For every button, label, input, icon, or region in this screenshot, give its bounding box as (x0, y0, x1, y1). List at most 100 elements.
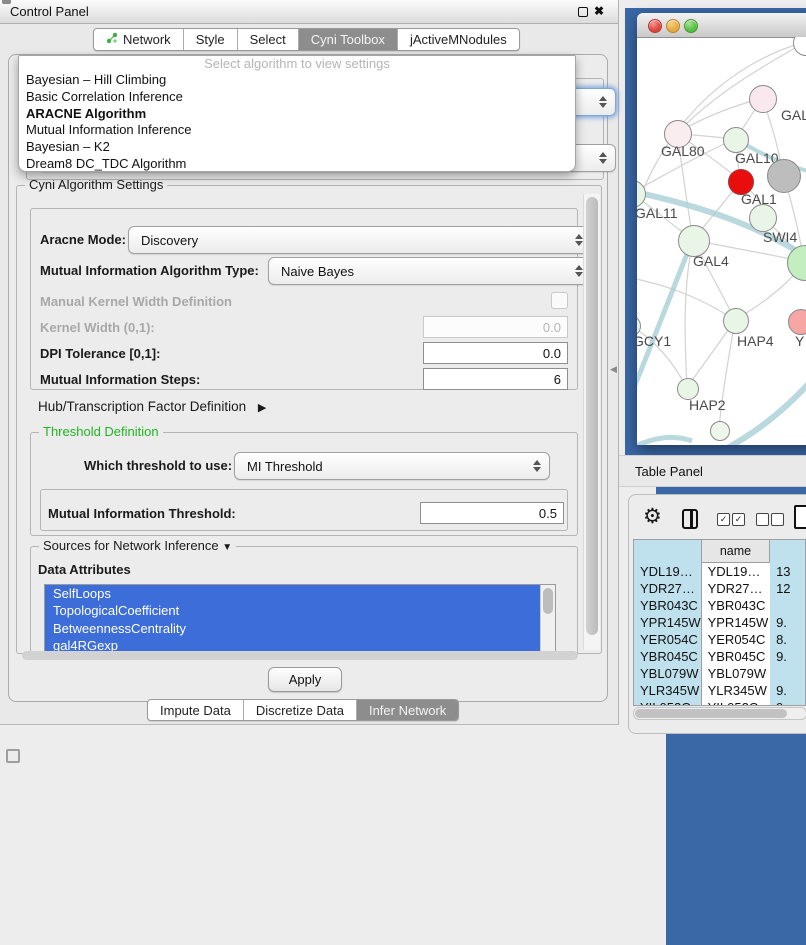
collapsed-panel-icon[interactable] (6, 749, 20, 763)
mi-algorithm-type-label: Mutual Information Algorithm Type: (40, 263, 259, 278)
spinner-arrows-icon (575, 234, 583, 246)
zoom-traffic-light-icon[interactable] (684, 19, 698, 33)
dpi-tolerance-input[interactable] (423, 342, 568, 364)
table-row[interactable]: YBL079WYBL079W (634, 665, 806, 682)
table-row[interactable]: YPR145WYPR145W9. (634, 614, 806, 631)
table-panel: ⚙ ✓ ✓ shared… name A YDL19…YDL19…13 YDR2… (628, 494, 806, 734)
table-hscrollbar-thumb[interactable] (635, 709, 787, 718)
which-threshold-combobox[interactable]: MI Threshold (234, 452, 550, 480)
tab-discretize-data[interactable]: Discretize Data (244, 700, 357, 720)
hub-definition-toggle[interactable]: Hub/Transcription Factor Definition ▶ (38, 399, 266, 414)
gear-icon[interactable]: ⚙ (643, 504, 662, 529)
mi-algorithm-type-combobox[interactable]: Naive Bayes (268, 257, 592, 285)
node-label: HAP4 (737, 333, 774, 349)
network-node[interactable] (710, 421, 730, 441)
table-row[interactable]: YDR27…YDR27…12 (634, 580, 806, 597)
network-canvas[interactable]: GAL GAL80 GAL10 GAL1 GAL11 SWI4 GAL4 GCY… (637, 37, 806, 445)
network-window-titlebar[interactable] (637, 13, 806, 38)
network-icon (106, 32, 118, 47)
table-header-row: shared… name A (634, 540, 806, 563)
close-icon[interactable]: ✖ (594, 4, 604, 18)
minimize-traffic-light-icon[interactable] (666, 19, 680, 33)
column-header-name[interactable]: name (702, 540, 771, 562)
spinner-arrows-icon (533, 460, 541, 472)
network-node[interactable] (749, 204, 777, 232)
network-node[interactable] (749, 85, 777, 113)
tab-style[interactable]: Style (184, 29, 238, 50)
popup-placeholder: Select algorithm to view settings (19, 56, 575, 72)
float-window-icon[interactable] (578, 7, 588, 17)
kernel-width-input[interactable] (423, 316, 568, 338)
popup-item-basic-correlation[interactable]: Basic Correlation Inference (19, 89, 575, 106)
list-scrollbar[interactable] (540, 585, 555, 653)
tab-network-label: Network (123, 32, 171, 47)
spinner-arrows-icon (575, 265, 583, 277)
select-all-check-icon[interactable]: ✓ (732, 513, 745, 526)
control-panel-titlebar: Control Panel ✖ (0, 0, 618, 24)
list-item[interactable]: TopologicalCoefficient (45, 602, 542, 619)
network-node[interactable] (767, 159, 801, 193)
spinner-arrows-icon (599, 96, 607, 108)
popup-item-dream8[interactable]: Dream8 DC_TDC Algorithm (19, 156, 575, 172)
tab-cyni-toolbox[interactable]: Cyni Toolbox (299, 29, 398, 50)
deselect-all-icon[interactable] (756, 513, 769, 526)
settings-hscrollbar[interactable] (22, 651, 578, 660)
threshold-definition-title: Threshold Definition (39, 424, 163, 439)
split-columns-icon[interactable] (682, 509, 698, 529)
table-row[interactable]: YDL19…YDL19…13 (634, 563, 806, 580)
table-row[interactable]: YLR345WYLR345W9. (634, 682, 806, 699)
settings-scrollbar-thumb[interactable] (586, 197, 598, 635)
manual-kernel-width-checkbox[interactable] (551, 292, 568, 309)
dpi-tolerance-label: DPI Tolerance [0,1]: (40, 346, 160, 361)
panel-title: Control Panel (10, 4, 89, 19)
node-label: GAL11 (637, 205, 678, 221)
list-item[interactable]: BetweennessCentrality (45, 620, 542, 637)
mi-steps-label: Mutual Information Steps: (40, 372, 200, 387)
popup-item-aracne[interactable]: ARACNE Algorithm (19, 106, 575, 123)
collapse-right-icon: ▶ (258, 402, 266, 414)
mi-steps-input[interactable] (423, 368, 568, 390)
control-panel: Control Panel ✖ Network Style Select Cyn… (0, 0, 619, 725)
table-row[interactable]: YBR045CYBR045C9. (634, 648, 806, 665)
apply-button[interactable]: Apply (268, 667, 342, 692)
node-label: GCY1 (637, 333, 671, 349)
spinner-arrows-icon (599, 152, 607, 164)
tab-impute-data[interactable]: Impute Data (148, 700, 244, 720)
tab-select[interactable]: Select (238, 29, 299, 50)
which-threshold-label: Which threshold to use: (84, 458, 232, 473)
mi-threshold-input[interactable] (420, 502, 564, 524)
popup-item-bayesian-hill[interactable]: Bayesian – Hill Climbing (19, 72, 575, 89)
node-label: GAL80 (661, 143, 705, 159)
node-label: GAL (781, 107, 806, 123)
data-attributes-list: SelfLoops TopologicalCoefficient Between… (44, 584, 556, 654)
aracne-mode-label: Aracne Mode: (40, 232, 126, 247)
deselect-all-icon[interactable] (771, 513, 784, 526)
table-row[interactable]: YBR043CYBR043C (634, 597, 806, 614)
aracne-mode-combobox[interactable]: Discovery (128, 226, 592, 254)
tab-jactivemnodules[interactable]: jActiveMNodules (398, 29, 519, 50)
splitter-collapse-icon[interactable]: ◀ (610, 364, 617, 375)
table-panel-titlebar: Table Panel (619, 455, 806, 487)
top-tab-bar: Network Style Select Cyni Toolbox jActiv… (93, 28, 520, 51)
popup-item-bayesian-k2[interactable]: Bayesian – K2 (19, 139, 575, 156)
network-node[interactable] (723, 308, 749, 334)
node-label: SWI4 (763, 229, 797, 245)
algorithm-popup-list: Select algorithm to view settings Bayesi… (18, 55, 576, 172)
table-row[interactable]: YIL052CYIL052C9 (634, 699, 806, 706)
collapse-down-icon: ▼ (222, 542, 232, 553)
select-all-check-icon[interactable]: ✓ (717, 513, 730, 526)
node-label: HAP2 (689, 397, 726, 413)
tab-infer-network[interactable]: Infer Network (357, 700, 458, 720)
bottom-tab-bar: Impute Data Discretize Data Infer Networ… (147, 699, 459, 721)
table-row[interactable]: YER054CYER054C8. (634, 631, 806, 648)
tab-network[interactable]: Network (94, 29, 184, 50)
manual-kernel-width-label: Manual Kernel Width Definition (40, 294, 232, 309)
table-panel-title: Table Panel (635, 464, 703, 479)
network-window[interactable]: GAL GAL80 GAL10 GAL1 GAL11 SWI4 GAL4 GCY… (637, 13, 806, 445)
sources-title[interactable]: Sources for Network Inference ▼ (39, 538, 236, 553)
document-icon[interactable] (794, 505, 806, 529)
data-attributes-label: Data Attributes (38, 562, 131, 577)
list-item[interactable]: SelfLoops (45, 585, 542, 602)
popup-item-mutual-info[interactable]: Mutual Information Inference (19, 122, 575, 139)
close-traffic-light-icon[interactable] (648, 19, 662, 33)
